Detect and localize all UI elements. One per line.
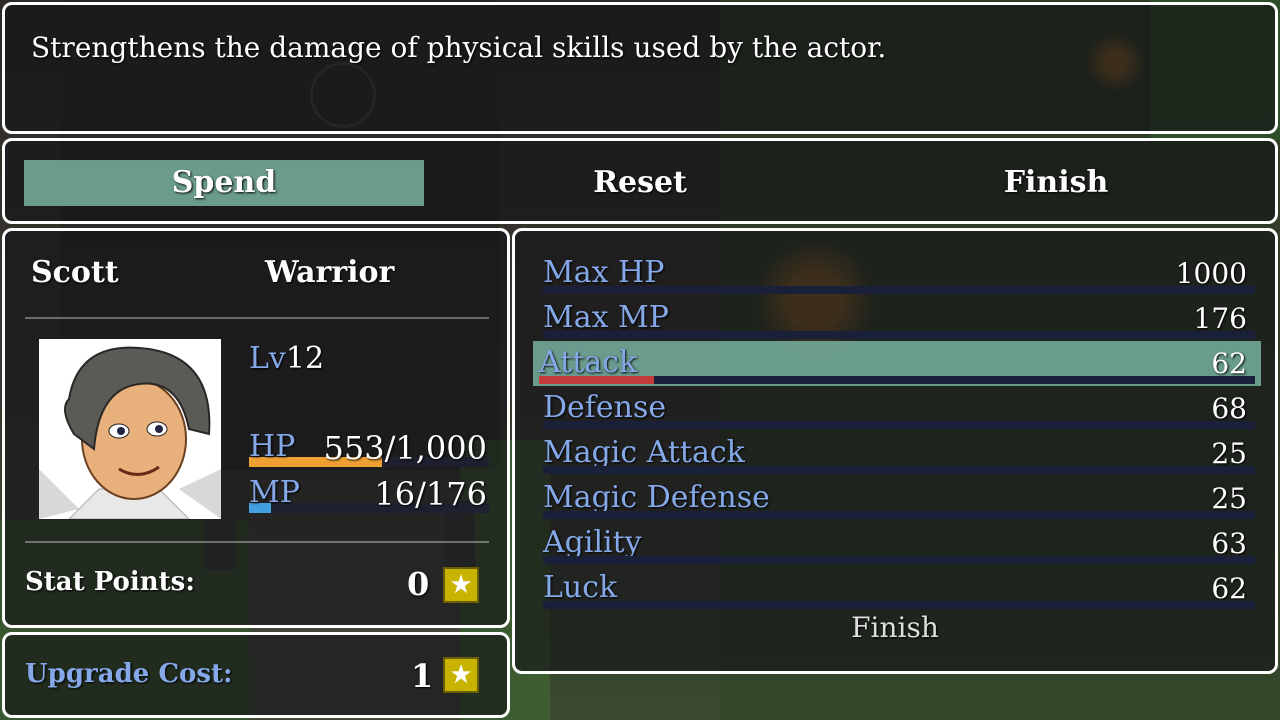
params-finish-option[interactable]: Finish [515, 611, 1275, 644]
parameter-row[interactable]: Agility 63 [537, 521, 1261, 566]
parameter-row[interactable]: Magic Defense 25 [537, 476, 1261, 521]
parameter-gauge [543, 511, 1255, 519]
parameter-name: Max MP [543, 300, 669, 335]
parameter-row[interactable]: Defense 68 [537, 386, 1261, 431]
hp-value: 553/1,000 [323, 429, 487, 467]
parameter-row[interactable]: Attack 62 [533, 341, 1261, 386]
finish-command[interactable]: Finish [856, 160, 1256, 206]
parameter-row[interactable]: Magic Attack 25 [537, 431, 1261, 476]
spend-command[interactable]: Spend [24, 160, 424, 206]
hp-label: HP [249, 429, 296, 464]
status-divider [25, 541, 489, 543]
parameter-gauge [539, 376, 1255, 384]
star-icon: ★ [443, 657, 479, 693]
actor-name: Scott [31, 255, 119, 290]
help-window: Strengthens the damage of physical skill… [2, 2, 1278, 134]
level-label: Lv [249, 341, 286, 376]
parameter-gauge [543, 286, 1255, 294]
star-icon: ★ [443, 567, 479, 603]
stat-points-value: 0 [407, 565, 430, 603]
command-window: Spend Reset Finish [2, 138, 1278, 224]
help-text: Strengthens the damage of physical skill… [31, 31, 887, 64]
actor-portrait [39, 339, 221, 519]
actor-class: Warrior [265, 255, 395, 290]
parameter-list-window: Max HP 1000 Max MP 176 Attack 62 Defense 68 Magi… [512, 228, 1278, 674]
mp-label: MP [249, 475, 300, 510]
reset-command[interactable]: Reset [440, 160, 840, 206]
parameter-gauge [543, 466, 1255, 474]
parameter-name: Attack [539, 345, 638, 380]
actor-status-window: Scott Warrior Lv12 HP 553/1,000 MP 16/17… [2, 228, 510, 628]
parameter-name: Max HP [543, 255, 665, 290]
parameter-name: Defense [543, 390, 667, 425]
mp-value: 16/176 [374, 475, 487, 513]
parameter-row[interactable]: Max HP 1000 [537, 251, 1261, 296]
parameter-name: Luck [543, 570, 618, 605]
upgrade-cost-window: Upgrade Cost: 1 ★ [2, 632, 510, 718]
level-display: Lv12 [249, 341, 324, 376]
parameter-gauge [543, 331, 1255, 339]
parameter-gauge [543, 421, 1255, 429]
upgrade-cost-label: Upgrade Cost: [25, 659, 233, 689]
parameter-gauge-fill [539, 376, 654, 384]
parameter-gauge [543, 556, 1255, 564]
upgrade-cost-value: 1 [411, 657, 434, 695]
stat-points-label: Stat Points: [25, 567, 195, 597]
parameter-name: Magic Attack [543, 435, 745, 470]
parameter-row[interactable]: Max MP 176 [537, 296, 1261, 341]
parameter-gauge [543, 601, 1255, 609]
parameter-name: Agility [543, 525, 642, 560]
parameter-name: Magic Defense [543, 480, 770, 515]
status-divider [25, 317, 489, 319]
parameter-row[interactable]: Luck 62 [537, 566, 1261, 611]
level-value: 12 [285, 341, 325, 376]
